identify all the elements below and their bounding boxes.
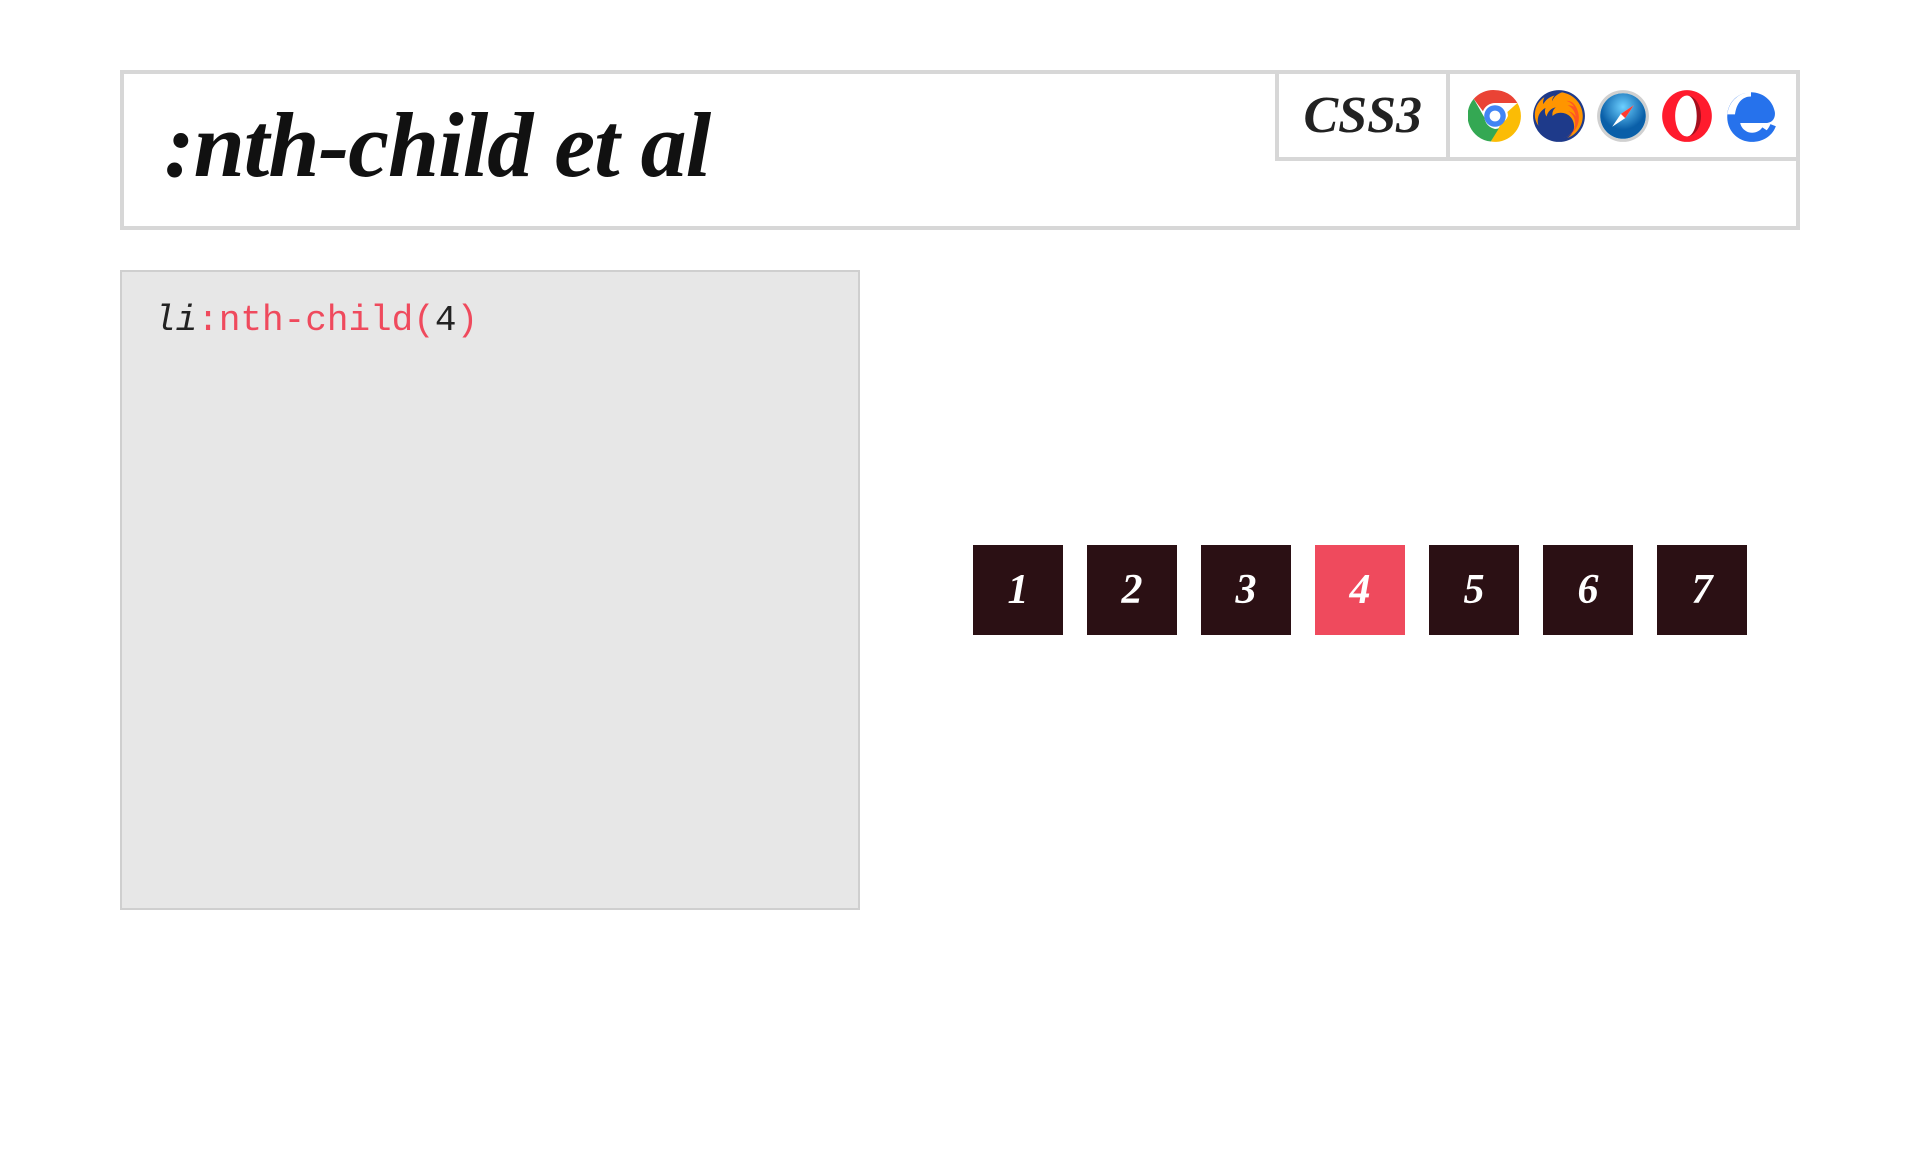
slide-title: :nth-child et al [124,74,1275,226]
list-item: 5 [1429,545,1519,635]
firefox-icon [1532,89,1586,143]
safari-icon [1596,89,1650,143]
header: :nth-child et al CSS3 [120,70,1800,230]
code-selector-open: :nth-child( [197,300,435,341]
header-badges: CSS3 [1275,74,1796,226]
list-item: 4 [1315,545,1405,635]
slide: :nth-child et al CSS3 [0,70,1920,1150]
list-item: 7 [1657,545,1747,635]
code-panel: li:nth-child(4) [120,270,860,910]
chrome-icon [1468,89,1522,143]
list-item: 2 [1087,545,1177,635]
edge-icon [1724,89,1778,143]
code-arg: 4 [435,300,457,341]
content: li:nth-child(4) 1 2 3 4 5 6 7 [120,270,1800,910]
opera-icon [1660,89,1714,143]
demo-list: 1 2 3 4 5 6 7 [973,545,1747,635]
badges-row: CSS3 [1275,74,1796,161]
demo-column: 1 2 3 4 5 6 7 [920,270,1800,910]
list-item: 1 [973,545,1063,635]
code-element-token: li [154,300,197,341]
list-item: 3 [1201,545,1291,635]
list-item: 6 [1543,545,1633,635]
spec-badge: CSS3 [1279,74,1450,157]
browser-badges [1450,74,1796,157]
code-selector-close: ) [456,300,478,341]
